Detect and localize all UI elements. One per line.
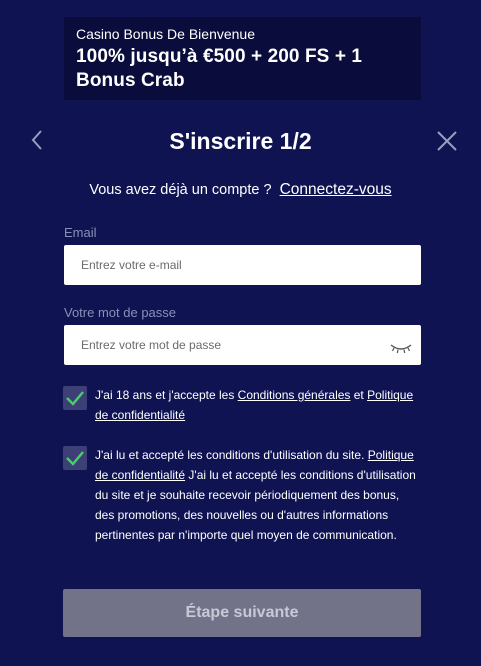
eye-closed-icon — [390, 344, 412, 354]
password-field[interactable] — [64, 325, 421, 365]
checkmark-icon — [66, 451, 84, 466]
login-row: Vous avez déjà un compte ? Connectez-vou… — [0, 180, 481, 200]
terms-consent-text: J'ai 18 ans et j'accepte les Conditions … — [95, 385, 421, 425]
checkmark-icon — [66, 391, 84, 406]
close-icon — [437, 131, 457, 151]
consent-1-text-middle: et — [350, 388, 368, 402]
consent-1-text-before: J'ai 18 ans et j'accepte les — [95, 388, 238, 402]
terms-link[interactable]: Conditions générales — [238, 388, 351, 402]
marketing-consent-text: J'ai lu et accepté les conditions d'util… — [95, 445, 421, 545]
bonus-banner: Casino Bonus De Bienvenue 100% jusqu’à €… — [64, 17, 421, 100]
email-field[interactable] — [64, 245, 421, 285]
bonus-title: 100% jusqu’à €500 + 200 FS + 1 Bonus Cra… — [76, 46, 363, 91]
page-title: S'inscrire 1/2 — [169, 128, 312, 154]
password-visibility-toggle[interactable] — [390, 341, 412, 355]
login-prompt: Vous avez déjà un compte ? — [89, 182, 272, 198]
login-link[interactable]: Connectez-vous — [280, 181, 392, 198]
password-label: Votre mot de passe — [64, 305, 177, 320]
bonus-subtitle: Casino Bonus De Bienvenue — [76, 26, 256, 42]
consent-2-text-before: J'ai lu et accepté les conditions d'util… — [95, 448, 368, 462]
email-label: Email — [64, 225, 97, 240]
terms-checkbox[interactable] — [63, 386, 87, 410]
close-button[interactable] — [436, 130, 458, 152]
marketing-checkbox[interactable] — [63, 446, 87, 470]
next-step-button[interactable]: Étape suivante — [63, 589, 421, 637]
